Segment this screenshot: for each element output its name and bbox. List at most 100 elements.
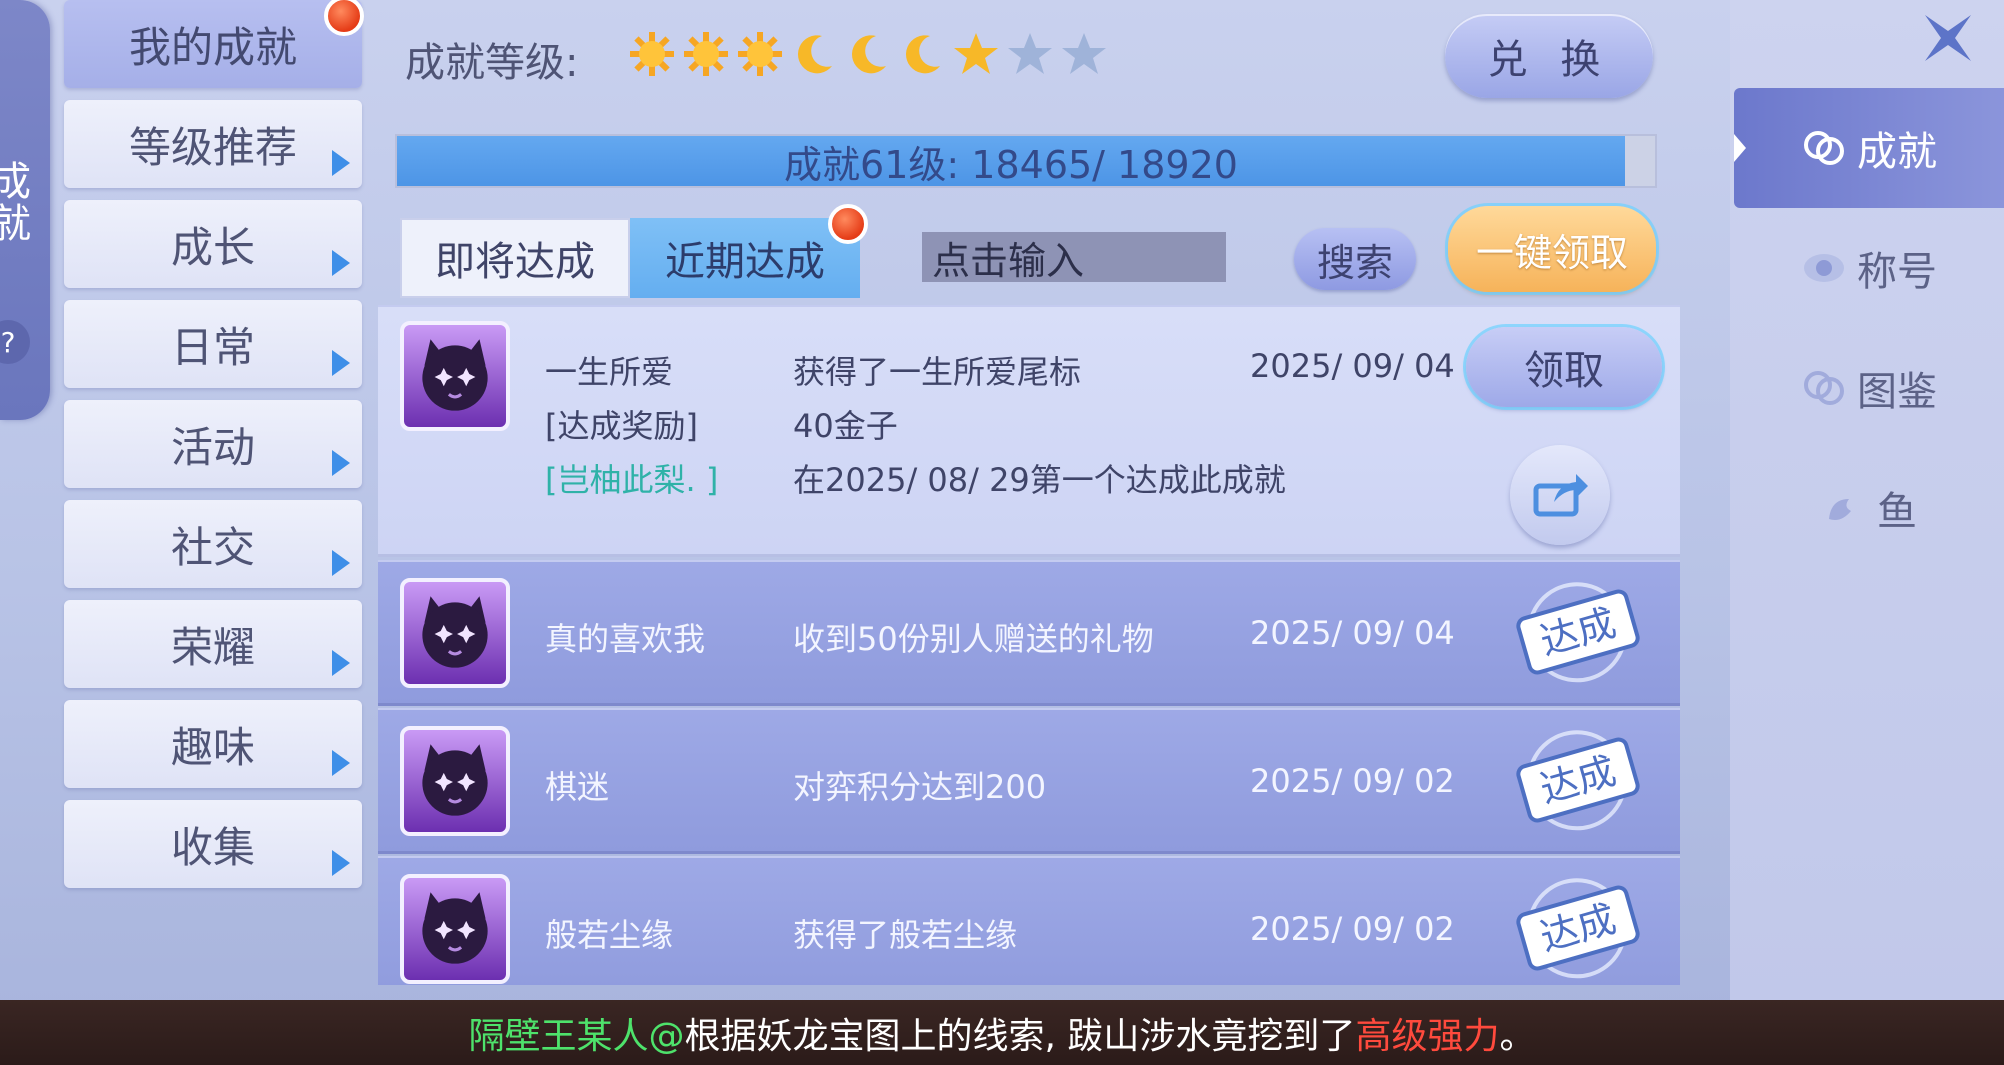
category-social[interactable]: 社交 — [64, 500, 362, 588]
exchange-button[interactable]: 兑 换 — [1445, 14, 1653, 98]
completed-stamp: 达成 — [1492, 563, 1664, 700]
expand-arrow-icon — [332, 350, 350, 376]
achievement-tabs: 即将达成 近期达成 — [400, 204, 868, 298]
claim-all-button[interactable]: 一键领取 — [1448, 206, 1656, 292]
nav-codex[interactable]: 图鉴 — [1734, 328, 2004, 448]
active-tab-arrow-icon — [1734, 134, 1746, 162]
achievement-row[interactable]: 般若尘缘 获得了般若尘缘 2025/ 09/ 02 达成 — [378, 856, 1680, 985]
category-honor[interactable]: 荣耀 — [64, 600, 362, 688]
first-achiever-note: 在2025/ 08/ 29第一个达成此成就 — [793, 461, 1286, 499]
expand-arrow-icon — [332, 450, 350, 476]
achievement-date: 2025/ 09/ 04 — [1250, 614, 1455, 652]
category-daily[interactable]: 日常 — [64, 300, 362, 388]
achievement-list[interactable]: 一生所爱 获得了一生所爱尾标 2025/ 09/ 04 [达成奖励] 40金子 … — [378, 305, 1680, 985]
category-collection[interactable]: 收集 — [64, 800, 362, 888]
achievement-row[interactable]: 真的喜欢我 收到50份别人赠送的礼物 2025/ 09/ 04 达成 — [378, 560, 1680, 706]
tab-label: 近期达成 — [665, 239, 825, 285]
achievement-name: 般若尘缘 — [545, 916, 674, 954]
side-panel-edge[interactable]: 成就 ? — [0, 0, 50, 420]
achievement-name: 棋迷 — [545, 768, 610, 806]
achievement-name: 一生所爱 — [545, 353, 674, 391]
share-button[interactable] — [1510, 445, 1610, 545]
cat-avatar-icon — [422, 596, 488, 668]
side-panel-title: 成就 — [0, 160, 30, 244]
tab-recent[interactable]: 近期达成 — [630, 204, 868, 298]
tab-upcoming[interactable]: 即将达成 — [400, 218, 630, 298]
category-label: 我的成就 — [128, 22, 297, 72]
nav-achievements[interactable]: 成就 — [1734, 88, 2004, 208]
expand-arrow-icon — [332, 650, 350, 676]
category-label: 日常 — [170, 322, 255, 372]
category-label: 收集 — [170, 822, 255, 872]
notification-badge — [324, 0, 364, 36]
search-button[interactable]: 搜索 — [1294, 228, 1416, 290]
achievement-name: 真的喜欢我 — [545, 620, 706, 658]
achievement-avatar — [400, 578, 510, 688]
moon-rank-icon — [852, 35, 886, 74]
achievement-row[interactable]: 一生所爱 获得了一生所爱尾标 2025/ 09/ 04 [达成奖励] 40金子 … — [378, 305, 1680, 557]
category-label: 趣味 — [170, 722, 255, 772]
close-button[interactable] — [1916, 6, 1980, 70]
nav-fish[interactable]: 鱼 — [1734, 448, 2004, 568]
achievement-date: 2025/ 09/ 04 — [1250, 347, 1455, 385]
achievement-level-label: 成就等级: — [405, 40, 579, 86]
category-growth[interactable]: 成长 — [64, 200, 362, 288]
search-input[interactable]: 点击输入 — [922, 232, 1226, 283]
close-icon — [1925, 15, 1971, 61]
achievement-date: 2025/ 09/ 02 — [1250, 762, 1455, 800]
system-broadcast: 隔壁王某人@ 根据妖龙宝图上的线索, 跋山涉水竟挖到了 高级强力 。 — [0, 1000, 2004, 1065]
claim-button[interactable]: 领取 — [1466, 327, 1662, 407]
expand-arrow-icon — [332, 250, 350, 276]
cat-avatar-icon — [422, 339, 488, 411]
nav-label: 鱼 — [1877, 489, 1917, 535]
nav-label: 图鉴 — [1857, 369, 1937, 415]
achievement-avatar — [400, 874, 510, 984]
nav-titles[interactable]: 称号 — [1734, 208, 2004, 328]
achievement-panel: 成就等级: 兑 换 成就61级: 18465/ 18920 即将达成 近期达成 … — [370, 0, 1680, 1000]
achievement-desc: 收到50份别人赠送的礼物 — [793, 620, 1154, 658]
progress-text: 成就61级: 18465/ 18920 — [784, 142, 1238, 187]
achievement-progress-bar: 成就61级: 18465/ 18920 — [395, 134, 1657, 188]
star-empty-rank-icon — [1062, 33, 1106, 74]
broadcast-end: 。 — [1499, 1015, 1536, 1057]
codex-icon — [1804, 371, 1844, 405]
nav-label: 成就 — [1857, 129, 1937, 175]
notification-badge — [828, 204, 868, 244]
star-rank-icon — [954, 33, 998, 74]
nav-label: 称号 — [1857, 249, 1937, 295]
title-icon — [1804, 254, 1844, 282]
broadcast-player[interactable]: 隔壁王某人@ — [469, 1007, 685, 1059]
achievement-desc: 获得了般若尘缘 — [793, 916, 1018, 954]
reward-value: 40金子 — [793, 407, 898, 445]
broadcast-item[interactable]: 高级强力 — [1355, 1007, 1499, 1059]
category-label: 活动 — [170, 422, 255, 472]
help-button[interactable]: ? — [0, 320, 30, 364]
right-nav: 成就 称号 图鉴 鱼 — [1730, 0, 2004, 1000]
achievement-row[interactable]: 棋迷 对弈积分达到200 2025/ 09/ 02 达成 — [378, 708, 1680, 854]
category-label: 荣耀 — [170, 622, 255, 672]
completed-stamp: 达成 — [1492, 711, 1664, 848]
reward-label: [达成奖励] — [545, 407, 698, 445]
achievement-avatar — [400, 321, 510, 431]
first-achiever-name[interactable]: [岂柚此梨. ] — [545, 455, 718, 501]
category-events[interactable]: 活动 — [64, 400, 362, 488]
moon-rank-icon — [906, 35, 940, 74]
achievement-date: 2025/ 09/ 02 — [1250, 910, 1455, 948]
achievement-avatar — [400, 726, 510, 836]
cat-avatar-icon — [422, 892, 488, 964]
cat-avatar-icon — [422, 744, 488, 816]
category-level-recommend[interactable]: 等级推荐 — [64, 100, 362, 188]
expand-arrow-icon — [332, 150, 350, 176]
expand-arrow-icon — [332, 550, 350, 576]
fish-icon — [1829, 499, 1851, 520]
tab-label: 即将达成 — [435, 239, 595, 285]
moon-rank-icon — [798, 35, 832, 74]
broadcast-text: 根据妖龙宝图上的线索, 跋山涉水竟挖到了 — [684, 1015, 1356, 1057]
category-my-achievements[interactable]: 我的成就 — [64, 0, 364, 88]
category-label: 成长 — [170, 222, 255, 272]
sun-rank-icon — [630, 32, 674, 76]
category-fun[interactable]: 趣味 — [64, 700, 362, 788]
achievement-desc: 获得了一生所爱尾标 — [793, 353, 1082, 391]
star-empty-rank-icon — [1008, 33, 1052, 74]
expand-arrow-icon — [332, 750, 350, 776]
